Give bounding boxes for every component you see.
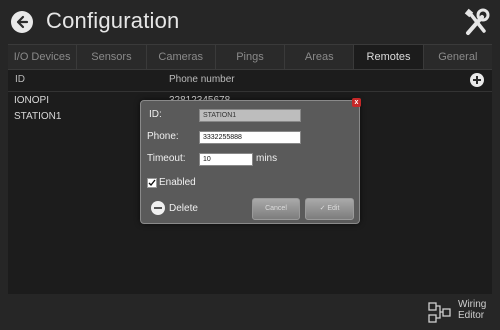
timeout-label: Timeout: [147, 153, 186, 164]
tab-io-devices[interactable]: I/O Devices [8, 45, 78, 69]
tab-bar: I/O Devices Sensors Cameras Pings Areas … [8, 45, 492, 70]
tab-cameras[interactable]: Cameras [147, 45, 216, 69]
delete-button[interactable]: Delete [169, 203, 198, 214]
phone-field[interactable]: 3332255888 [199, 131, 301, 144]
tab-general[interactable]: General [424, 45, 492, 69]
row-id: IONOPI [14, 95, 50, 106]
delete-icon[interactable] [151, 201, 165, 215]
footer [0, 294, 500, 330]
tab-remotes[interactable]: Remotes [354, 45, 424, 69]
back-arrow-icon[interactable] [11, 11, 33, 33]
enabled-checkbox[interactable] [147, 178, 157, 188]
column-header-id: ID [15, 74, 25, 85]
close-icon[interactable]: x [352, 98, 361, 107]
tools-icon[interactable] [464, 8, 490, 36]
enabled-label: Enabled [159, 177, 196, 188]
id-field: STATION1 [199, 109, 301, 122]
add-icon[interactable] [470, 73, 484, 87]
tab-sensors[interactable]: Sensors [77, 45, 147, 69]
timeout-unit: mins [256, 153, 278, 164]
tab-pings[interactable]: Pings [216, 45, 286, 69]
app-window: Configuration I/O Devices Sensors Camera… [0, 0, 500, 330]
edit-button[interactable]: ✓ Edit [305, 198, 354, 220]
id-label: ID: [149, 109, 162, 120]
wiring-editor-label-1: Wiring [458, 299, 487, 310]
wiring-editor-label-2: Editor [458, 310, 485, 321]
wiring-editor-icon[interactable] [428, 302, 452, 324]
row-id: STATION1 [14, 111, 62, 122]
table-row[interactable]: STATION1 [14, 111, 61, 122]
table-row[interactable]: IONOPI 32812345678 [14, 95, 230, 106]
cancel-button[interactable]: Cancel [252, 198, 300, 220]
edit-label: Edit [327, 205, 340, 212]
column-header-phone: Phone number [169, 74, 235, 85]
wiring-editor-button[interactable]: Wiring Editor [458, 299, 486, 321]
table-header: ID Phone number [8, 69, 492, 92]
timeout-field[interactable]: 10 [199, 153, 253, 166]
edit-remote-dialog: x ID: STATION1 Phone: 3332255888 Timeout… [140, 98, 361, 224]
header: Configuration [0, 0, 500, 44]
page-title: Configuration [46, 8, 180, 33]
phone-label: Phone: [147, 131, 179, 142]
tab-areas[interactable]: Areas [285, 45, 355, 69]
